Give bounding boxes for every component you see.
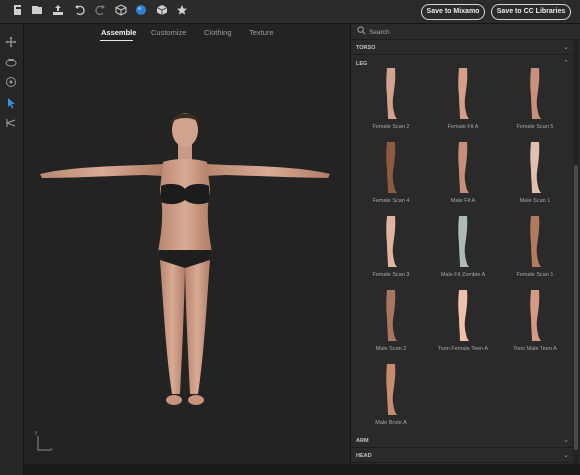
move-icon[interactable] [4,36,18,50]
orbit-icon[interactable] [4,56,18,70]
leg-part-item[interactable]: Male Scan 2 [356,288,426,360]
leg-part-label: Female Scan 5 [516,124,554,130]
search-input[interactable] [369,27,559,37]
chevron-down-icon: ⌄ [563,452,569,459]
leg-part-label: Female Scan 3 [372,272,410,278]
leg-thumbnail [458,142,469,193]
chevron-down-icon: ⌄ [563,44,569,51]
leg-part-label: Female Scan 2 [372,124,410,130]
section-head-label: HEAD [356,453,372,459]
leg-part-label: Male Brute A [375,420,407,426]
axis-y-label: y [35,430,38,436]
leg-thumbnail [386,364,397,415]
leg-part-item[interactable]: Male Brute A [356,362,426,434]
leg-part-label: Toon Male Teen A [513,346,557,352]
axis-x-label: x [50,447,53,453]
search-bar [351,24,580,40]
leg-part-item[interactable]: Female Scan 5 [500,66,570,138]
save-to-mixamo-button[interactable]: Save to Mixamo [421,4,485,20]
status-bar [24,464,580,475]
leg-part-label: Female Scan 1 [516,272,554,278]
pose-icon[interactable] [4,117,18,131]
leg-thumbnail [530,290,541,341]
left-tool-strip [0,24,24,475]
box-icon[interactable] [154,4,170,20]
leg-part-item[interactable]: Female Scan 1 [500,214,570,286]
export-icon[interactable] [50,4,66,20]
3d-viewport[interactable]: Assemble Customize Clothing Texture y x [24,24,350,464]
panel-scrollbar[interactable] [573,40,579,464]
save-to-cc-libraries-button[interactable]: Save to CC Libraries [491,4,571,20]
sphere-icon[interactable] [133,4,149,20]
leg-part-item[interactable]: Toon Female Teen A [428,288,498,360]
leg-part-label: Female Fit A [447,124,479,130]
leg-part-label: Female Scan 4 [372,198,410,204]
leg-thumbnail [386,290,397,341]
section-torso[interactable]: TORSO ⌄ [351,41,573,55]
leg-thumbnail [530,216,541,267]
save-icon[interactable] [29,4,45,20]
leg-thumbnail [386,142,397,193]
leg-part-item[interactable]: Male Fit A [428,140,498,212]
section-torso-label: TORSO [356,45,376,51]
star-icon[interactable] [174,4,190,20]
cube-icon[interactable] [113,4,129,20]
leg-thumbnail [530,68,541,119]
leg-part-label: Toon Female Teen A [437,346,489,352]
character-model[interactable] [24,24,350,464]
leg-part-item[interactable]: Female Fit A [428,66,498,138]
leg-part-label: Male Fit Zombie A [440,272,486,278]
leg-thumbnail [458,68,469,119]
section-arm[interactable]: ARM ⌄ [351,434,573,448]
leg-thumbnail [458,216,469,267]
chevron-down-icon: ⌄ [563,437,569,444]
redo-icon[interactable] [92,4,108,20]
leg-thumbnail [386,68,397,119]
leg-thumbnail [386,216,397,267]
leg-part-item[interactable]: Female Scan 3 [356,214,426,286]
leg-part-item[interactable]: Male Scan 1 [500,140,570,212]
new-file-icon[interactable] [10,4,26,20]
section-arm-label: ARM [356,438,369,444]
parts-panel: TORSO ⌄ LEG ⌃ Female Scan 2Female Fit AF… [350,24,580,464]
leg-part-label: Male Scan 2 [375,346,407,352]
section-head[interactable]: HEAD ⌄ [351,449,573,463]
leg-part-item[interactable]: Toon Male Teen A [500,288,570,360]
undo-icon[interactable] [72,4,88,20]
search-icon [357,26,369,38]
leg-part-label: Male Fit A [450,198,476,204]
leg-part-item[interactable]: Male Fit Zombie A [428,214,498,286]
leg-thumbnail [530,142,541,193]
leg-part-item[interactable]: Female Scan 4 [356,140,426,212]
fuse-app-window: Save to Mixamo Save to CC Libraries Asse… [0,0,580,475]
leg-thumbnail [458,290,469,341]
target-icon[interactable] [4,76,18,90]
axis-gizmo: y x [34,430,54,454]
top-toolbar: Save to Mixamo Save to CC Libraries [0,0,580,24]
leg-part-label: Male Scan 1 [519,198,551,204]
leg-parts-grid: Female Scan 2 Female Fit A Female Scan 5 Fe… [351,66,573,436]
leg-part-item[interactable]: Female Scan 2 [356,66,426,138]
pointer-icon[interactable] [4,97,18,111]
scrollbar-thumb[interactable] [574,165,578,450]
